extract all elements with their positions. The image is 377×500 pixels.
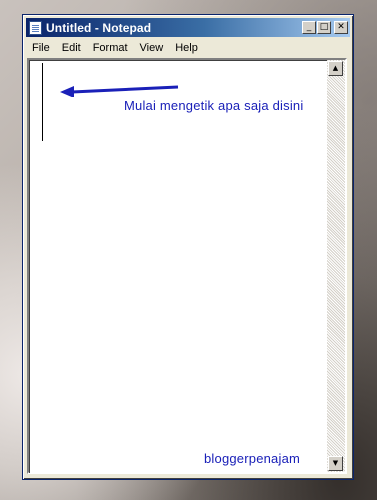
minimize-button[interactable]: _ — [302, 21, 316, 34]
menu-bar: File Edit Format View Help — [26, 39, 350, 57]
menu-format[interactable]: Format — [87, 42, 134, 54]
window-title: Untitled - Notepad — [46, 20, 152, 35]
scroll-down-button[interactable]: ▼ — [328, 456, 343, 471]
text-editor[interactable]: Mulai mengetik apa saja disini bloggerpe… — [27, 58, 347, 474]
menu-help[interactable]: Help — [169, 42, 204, 54]
menu-file[interactable]: File — [26, 42, 56, 54]
maximize-button[interactable]: □ — [317, 21, 331, 34]
watermark-signature: bloggerpenajam — [204, 451, 301, 466]
notepad-icon[interactable] — [29, 20, 42, 35]
text-area[interactable]: Mulai mengetik apa saja disini bloggerpe… — [29, 60, 328, 473]
text-cursor — [42, 63, 43, 141]
hint-annotation: Mulai mengetik apa saja disini — [124, 98, 304, 113]
scroll-up-button[interactable]: ▲ — [328, 61, 343, 76]
arrow-left-icon — [60, 85, 179, 97]
close-button[interactable]: ✕ — [334, 21, 348, 34]
title-bar[interactable]: Untitled - Notepad _ □ ✕ — [26, 18, 350, 37]
vertical-scrollbar[interactable]: ▲ ▼ — [327, 60, 345, 472]
menu-edit[interactable]: Edit — [56, 42, 87, 54]
notepad-window: Untitled - Notepad _ □ ✕ File Edit Forma… — [22, 14, 354, 480]
menu-view[interactable]: View — [134, 42, 170, 54]
